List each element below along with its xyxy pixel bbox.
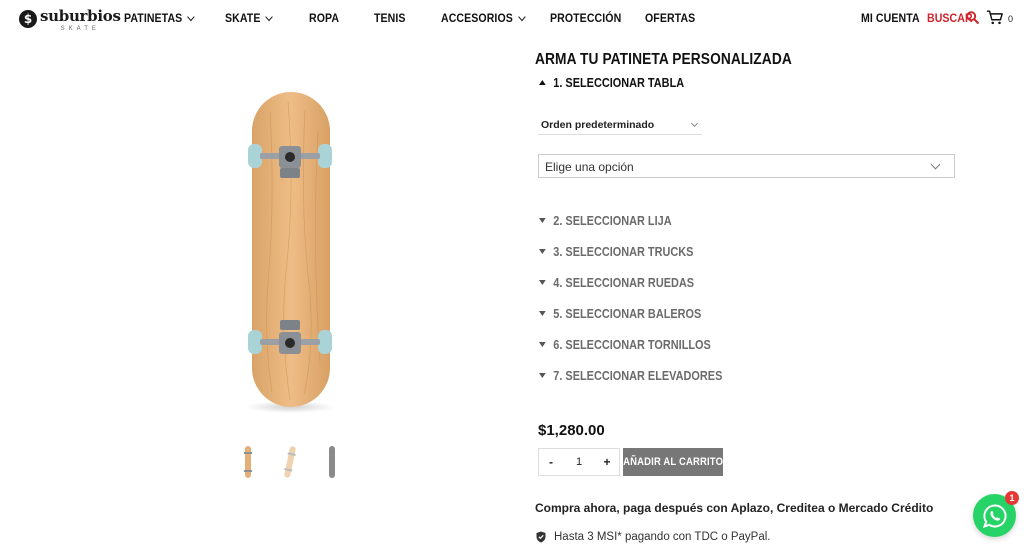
sort-order-select[interactable]: Orden predeterminado [538,115,702,135]
caret-down-icon [539,373,546,378]
shield-check-icon [536,531,546,543]
quantity-input[interactable]: 1 [563,456,595,468]
logo-subtext: SKATE [60,25,100,32]
logo-dollar-icon: $ [19,10,37,28]
logo-text: suburbios [40,6,121,25]
site-logo[interactable]: $ suburbios SKATE [19,6,121,32]
notification-badge: 1 [1005,491,1019,505]
caret-down-icon [539,249,546,254]
cart-icon[interactable] [986,9,1004,26]
cart-count: 0 [1008,14,1014,24]
chevron-down-icon [187,12,195,21]
msi-info: Hasta 3 MSI* pagando con TDC o PayPal. [536,531,771,543]
search-icon[interactable] [966,11,979,24]
step-select-wheels[interactable]: 4. SELECCIONAR RUEDAS [539,275,694,290]
thumbnail-strip [235,442,345,482]
quantity-stepper: - 1 + [538,448,620,476]
chevron-down-icon [930,159,941,170]
nav-ofertas[interactable]: OFERTAS [645,11,695,25]
site-header: $ suburbios SKATE PATINETAS SKATE ROPA T… [0,0,1024,38]
nav-patinetas[interactable]: PATINETAS [124,11,195,25]
whatsapp-icon [982,503,1006,528]
quantity-increase-button[interactable]: + [595,455,619,469]
caret-down-icon [539,311,546,316]
thumbnail-board-grip[interactable] [321,442,343,482]
product-main-image[interactable] [200,82,380,422]
caret-down-icon [539,218,546,223]
board-option-select[interactable]: Elige una opción [538,154,955,178]
step-select-risers[interactable]: 7. SELECCIONAR ELEVADORES [539,368,722,383]
caret-up-icon [539,80,546,85]
nav-skate[interactable]: SKATE [225,11,273,25]
financing-promo-text: Compra ahora, paga después con Aplazo, C… [535,501,934,515]
step-select-screws[interactable]: 6. SELECCIONAR TORNILLOS [539,337,711,352]
step-select-trucks[interactable]: 3. SELECCIONAR TRUCKS [539,244,693,259]
nav-tenis[interactable]: TENIS [374,11,406,25]
caret-down-icon [539,280,546,285]
thumbnail-board-angled[interactable] [279,442,301,482]
step-select-bearings[interactable]: 5. SELECCIONAR BALEROS [539,306,701,321]
quantity-decrease-button[interactable]: - [539,455,563,469]
product-title: ARMA TU PATINETA PERSONALIZADA [535,51,792,68]
chevron-down-icon [517,12,526,21]
step-select-griptape[interactable]: 2. SELECCIONAR LIJA [539,213,672,228]
chevron-down-icon [265,12,273,21]
skateboard-deck [252,92,330,407]
nav-proteccion[interactable]: PROTECCIÓN [550,11,621,25]
nav-accesorios[interactable]: ACCESORIOS [441,11,526,25]
thumbnail-board-bottom[interactable] [237,442,259,482]
caret-down-icon [539,342,546,347]
product-price: $1,280.00 [538,422,605,439]
add-to-cart-button[interactable]: AÑADIR AL CARRITO [623,448,723,476]
step-select-board[interactable]: 1. SELECCIONAR TABLA [539,75,684,90]
nav-ropa[interactable]: ROPA [309,11,339,25]
my-account-link[interactable]: MI CUENTA [861,11,920,25]
chevron-down-icon [690,119,699,128]
